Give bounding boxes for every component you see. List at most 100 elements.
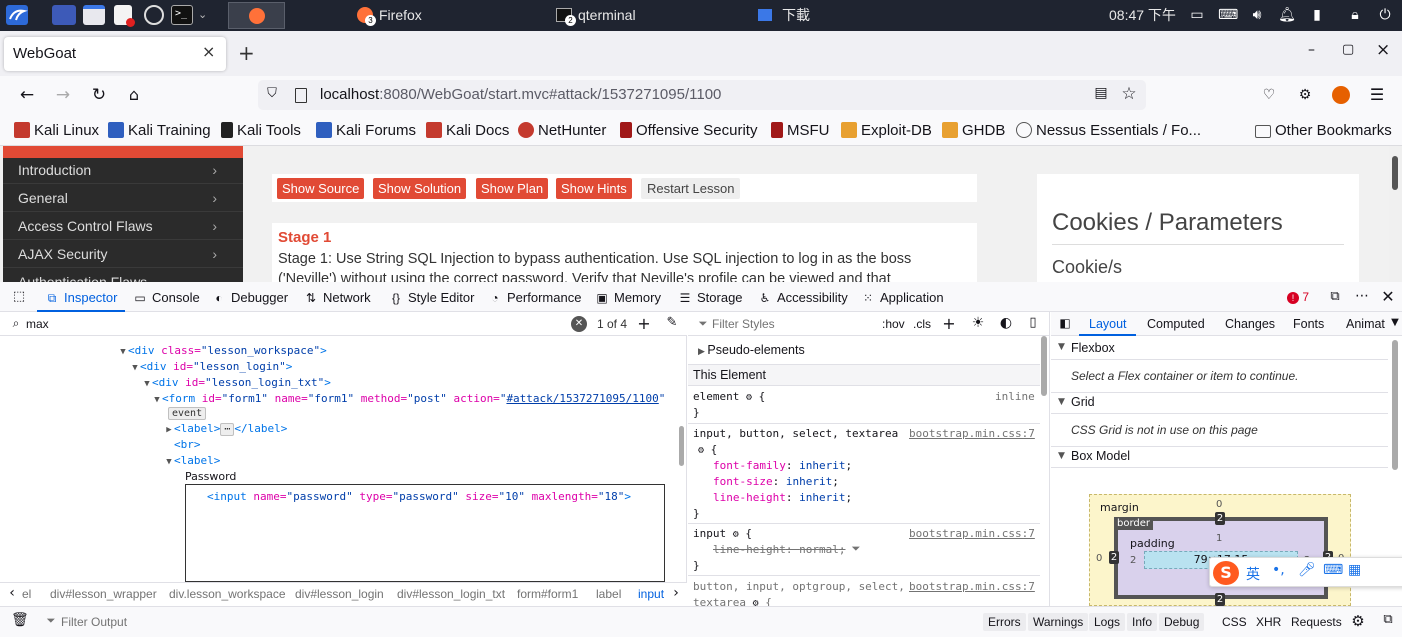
- profile-extension-icon[interactable]: [1332, 86, 1350, 104]
- tab-performance[interactable]: ◔ Performance: [488, 289, 581, 307]
- declaration-line-height[interactable]: line-height: inherit;: [713, 490, 852, 506]
- rule-textarea[interactable]: textarea ⚙ {: [693, 595, 772, 606]
- dock-icon[interactable]: ⧉: [1327, 289, 1343, 304]
- task-downloads[interactable]: 下載: [758, 5, 810, 27]
- bookmark-nethunter[interactable]: NetHunter: [518, 121, 606, 141]
- menu-item-ajax-security[interactable]: AJAX Security ›: [3, 240, 243, 268]
- menu-item-authentication-flaws[interactable]: Authentication Flaws: [3, 268, 243, 282]
- declaration-font-family[interactable]: font-family: inherit;: [713, 458, 852, 474]
- trash-icon[interactable]: 🗑︎: [11, 612, 29, 628]
- tab-style-editor[interactable]: {} Style Editor: [389, 289, 475, 307]
- markup-line-input[interactable]: <input name="password" type="password" s…: [207, 489, 631, 504]
- launcher-dropdown-icon[interactable]: ⌄: [198, 5, 210, 27]
- bookmark-kali-tools[interactable]: Kali Tools: [221, 121, 301, 141]
- border-left-value[interactable]: 2: [1109, 551, 1119, 564]
- breadcrumb-right-icon[interactable]: ›: [670, 585, 682, 601]
- browser-globe-icon[interactable]: [144, 5, 164, 25]
- bookmark-exploit-db[interactable]: Exploit-DB: [841, 121, 932, 141]
- box-model-margin[interactable]: margin 0 0 border padding 1 2 79×17.15 2…: [1089, 494, 1351, 606]
- tab-storage[interactable]: ☰ Storage: [678, 289, 743, 307]
- breadcrumb-left-icon[interactable]: ‹: [6, 585, 18, 601]
- bookmark-star-icon[interactable]: ☆: [1120, 84, 1138, 104]
- markup-scrollbar[interactable]: [679, 426, 684, 466]
- margin-left-value[interactable]: 0: [1096, 553, 1102, 564]
- url-text[interactable]: localhost:8080/WebGoat/start.mvc#attack/…: [320, 86, 721, 104]
- reload-icon[interactable]: ↻: [89, 85, 109, 105]
- volume-icon[interactable]: 🔊︎: [1248, 6, 1266, 24]
- markup-line-lesson-login[interactable]: ▼ <div id="lesson_login">: [130, 359, 292, 376]
- breadcrumb-item[interactable]: label: [596, 587, 621, 601]
- rule-source-link[interactable]: bootstrap.min.css:7: [909, 426, 1035, 442]
- maximize-button[interactable]: ▢: [1342, 42, 1354, 57]
- declaration-font-size[interactable]: font-size: inherit;: [713, 474, 839, 490]
- filter-errors-toggle[interactable]: Errors: [983, 613, 1026, 631]
- bookmark-kali-docs[interactable]: Kali Docs: [426, 121, 509, 141]
- border-top-value[interactable]: 2: [1215, 512, 1225, 525]
- bookmark-offensive-security[interactable]: Offensive Security: [620, 121, 757, 141]
- power-icon[interactable]: ⏻: [1376, 6, 1394, 24]
- tab-animations[interactable]: Animat: [1346, 317, 1385, 331]
- eyedropper-icon[interactable]: ✎: [664, 315, 680, 330]
- pseudo-elements-toggle[interactable]: ▶ Pseudo-elements: [698, 343, 805, 358]
- add-rule-icon[interactable]: +: [941, 314, 957, 333]
- tab-console[interactable]: ▭ Console: [133, 289, 199, 307]
- breadcrumb-item[interactable]: div#lesson_wrapper: [50, 587, 157, 601]
- rule-element[interactable]: element ⚙ {: [693, 389, 765, 406]
- terminal-icon[interactable]: >_: [171, 5, 193, 25]
- markup-line-lesson-login-txt[interactable]: ▼ <div id="lesson_login_txt">: [142, 375, 331, 392]
- filter-requests-toggle[interactable]: Requests: [1291, 613, 1342, 631]
- padding-top-value[interactable]: 1: [1216, 533, 1222, 544]
- new-tab-button[interactable]: +: [238, 41, 255, 65]
- show-source-button[interactable]: Show Source: [277, 178, 365, 199]
- tab-fonts[interactable]: Fonts: [1293, 317, 1324, 331]
- breadcrumb-item[interactable]: el: [22, 587, 31, 601]
- file-manager-icon[interactable]: [83, 5, 105, 25]
- microphone-icon[interactable]: 🎤︎: [1298, 562, 1316, 578]
- margin-top-value[interactable]: 0: [1216, 499, 1222, 510]
- markup-line-form[interactable]: ▼ <form id="form1" name="form1" method="p…: [152, 391, 665, 408]
- tab-accessibility[interactable]: ♿︎ Accessibility: [758, 289, 848, 307]
- pocket-icon[interactable]: ♡: [1260, 87, 1278, 103]
- filter-xhr-toggle[interactable]: XHR: [1256, 613, 1281, 631]
- markup-event-badge[interactable]: event: [168, 405, 207, 420]
- extension-icon[interactable]: ⚙: [1296, 87, 1314, 103]
- filter-info-toggle[interactable]: Info: [1127, 613, 1158, 631]
- element-picker-icon[interactable]: ⬚: [10, 289, 28, 304]
- shield-icon[interactable]: ⛉: [264, 86, 280, 101]
- restart-lesson-button[interactable]: Restart Lesson: [641, 178, 741, 199]
- error-count[interactable]: ! 7: [1287, 290, 1309, 304]
- dark-scheme-icon[interactable]: ◐: [998, 315, 1014, 331]
- breadcrumb-item[interactable]: div.lesson_workspace: [169, 587, 286, 601]
- rule-source-link[interactable]: bootstrap.min.css:7: [909, 526, 1035, 542]
- forward-icon[interactable]: →: [53, 85, 73, 105]
- bookmark-nessus[interactable]: Nessus Essentials / Fo...: [1016, 121, 1201, 141]
- grid-header[interactable]: [1051, 392, 1388, 414]
- declaration-line-height-overridden[interactable]: line-height: normal;: [713, 542, 845, 558]
- markup-line-label[interactable]: ▶ <label> ⋯ </label>: [164, 421, 287, 438]
- menu-item-general[interactable]: General ›: [3, 184, 243, 212]
- rule-button-input[interactable]: button, input, optgroup, select,: [693, 579, 905, 595]
- text-editor-icon[interactable]: [114, 5, 135, 27]
- markup-line-workspace[interactable]: ▼ <div class="lesson_workspace">: [118, 343, 326, 360]
- lock-icon[interactable]: 🔒︎: [1346, 6, 1364, 24]
- task-qterminal[interactable]: 2 qterminal: [556, 5, 636, 27]
- task-firefox[interactable]: 3 Firefox: [357, 5, 422, 27]
- tab-debugger[interactable]: ◐ Debugger: [212, 289, 288, 307]
- page-scrollbar[interactable]: [1389, 146, 1402, 282]
- rule-source-link[interactable]: bootstrap.min.css:7: [909, 579, 1035, 595]
- show-plan-button[interactable]: Show Plan: [476, 178, 549, 199]
- ime-language-toggle[interactable]: 英: [1246, 564, 1260, 584]
- rule-input-button[interactable]: input, button, select, textarea: [693, 426, 898, 442]
- punctuation-icon[interactable]: •,: [1272, 562, 1285, 578]
- home-icon[interactable]: ⌂: [124, 85, 144, 104]
- active-window-preview[interactable]: [228, 2, 285, 29]
- menu-item-access-control[interactable]: Access Control Flaws ›: [3, 212, 243, 240]
- tab-layout[interactable]: Layout: [1079, 312, 1136, 336]
- form-action-link[interactable]: #attack/1537271095/1100: [506, 392, 658, 405]
- filter-logs-toggle[interactable]: Logs: [1089, 613, 1126, 631]
- app-menu-icon[interactable]: ☰: [1368, 85, 1386, 104]
- markup-search-input[interactable]: max: [26, 317, 49, 331]
- add-node-icon[interactable]: +: [636, 314, 652, 333]
- tabs-overflow-icon[interactable]: ▼: [1389, 317, 1401, 328]
- close-window-button[interactable]: ×: [1376, 40, 1390, 60]
